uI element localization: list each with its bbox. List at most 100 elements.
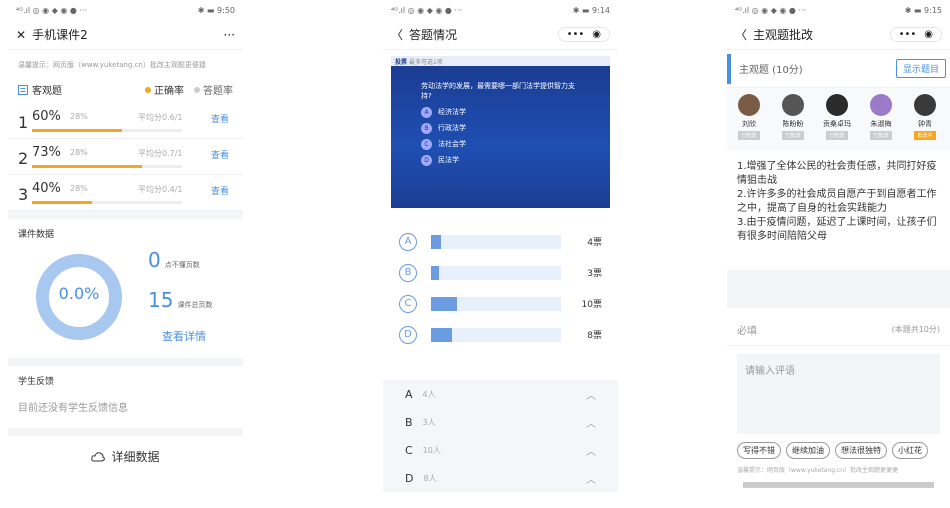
- option-people-row[interactable]: D 8人 ︿: [383, 464, 618, 492]
- stat-total-pages: 15 课件总页数: [148, 288, 212, 312]
- vote-count: 4票: [587, 238, 602, 248]
- vote-row: D 8票: [383, 319, 618, 350]
- slide-option: B 行政法学: [421, 122, 610, 134]
- legend-answer-label: 答题率: [203, 86, 233, 97]
- courseware-phone-screen: ⁴ᴳ.ıl ◎ ◉ ◆ ◉ ● ··· ✱ ▬ 9:50 ✕ 手机课件2 ···…: [8, 0, 243, 508]
- progress-track: [32, 165, 182, 168]
- quick-comment-tag[interactable]: 继续加油: [786, 442, 830, 459]
- page-title: 答题情况: [409, 28, 458, 42]
- slide-question: 劳动法学的发展，最需要哪一部门法学提供智力支持?: [421, 82, 575, 100]
- vote-option-key: C: [399, 294, 417, 313]
- show-question-button[interactable]: 显示题目: [895, 59, 946, 78]
- divider-band: [8, 211, 243, 219]
- student-card[interactable]: 陈盼盼 已批改: [771, 94, 815, 150]
- option-key: D: [405, 471, 414, 485]
- slide-tag-sub: 最多可选1项: [408, 59, 443, 66]
- nav-bar: 〈 主观题批改 ••• ◉: [727, 20, 950, 50]
- student-name: 钟青: [918, 120, 932, 128]
- vote-option-key: B: [399, 263, 417, 282]
- option-key: B: [421, 122, 432, 134]
- detail-data-button[interactable]: 详细数据: [8, 436, 243, 477]
- stat2-label: 课件总页数: [177, 301, 213, 309]
- average-score: 平均分0.7/1: [138, 149, 183, 158]
- vote-option-key: A: [399, 232, 417, 251]
- answer-status-phone-screen: ⁴ᴳ.ıl ◎ ◉ ◆ ◉ ● ··· ✱ ▬ 9:14 〈 答题情况 ••• …: [383, 0, 618, 508]
- cloud-icon: [91, 451, 106, 461]
- vote-row: A 4票: [383, 226, 618, 257]
- student-strip: 刘欣 已批改 陈盼盼 已批改 贡桑卓玛 已批改 朱淑梅 已批改 钟青 批改中: [727, 88, 950, 150]
- vote-bar-track: [431, 327, 561, 342]
- option-key: A: [421, 106, 432, 118]
- back-icon[interactable]: 〈: [735, 26, 747, 43]
- vote-bar-track: [431, 234, 561, 249]
- vote-option-key: D: [399, 325, 417, 344]
- target-icon[interactable]: ◉: [924, 29, 933, 40]
- comment-input[interactable]: 请输入评语: [737, 354, 940, 434]
- chevron-up-icon[interactable]: ︿: [586, 471, 596, 486]
- people-count: 8人: [423, 473, 437, 483]
- student-name: 贡桑卓玛: [823, 120, 851, 128]
- people-count: 3人: [422, 417, 436, 427]
- progress-track: [32, 129, 182, 132]
- student-card[interactable]: 贡桑卓玛 已批改: [815, 94, 859, 150]
- chevron-up-icon[interactable]: ︿: [586, 443, 596, 458]
- correct-rate: 60%: [32, 109, 61, 124]
- avatar: [914, 94, 936, 116]
- option-key: C: [405, 443, 413, 457]
- option-people-row[interactable]: C 10人 ︿: [383, 436, 618, 464]
- quick-comment-tag[interactable]: 想法很独特: [835, 442, 887, 459]
- status-left: ⁴ᴳ.ıl ◎ ◉ ◆ ◉ ● ···: [391, 5, 463, 15]
- submit-button[interactable]: [743, 482, 934, 488]
- back-icon[interactable]: 〈: [391, 26, 403, 43]
- view-detail-link[interactable]: 查看详情: [162, 328, 206, 344]
- comment-tags: 写得不错 继续加油 想法很独特 小红花: [727, 434, 950, 463]
- view-link[interactable]: 查看: [211, 112, 229, 125]
- status-bar: ⁴ᴳ.ıl ◎ ◉ ◆ ◉ ● ··· ✱ ▬ 9:50: [8, 0, 243, 20]
- status-bar: ⁴ᴳ.ıl ◎ ◉ ◆ ◉ ● ··· ✱ ▬ 9:14: [383, 0, 618, 20]
- option-key: D: [421, 154, 432, 166]
- student-card[interactable]: 朱淑梅 已批改: [859, 94, 903, 150]
- feedback-label: 学生反馈: [18, 377, 55, 387]
- option-people-row[interactable]: B 3人 ︿: [383, 408, 618, 436]
- average-score: 平均分0.4/1: [138, 185, 183, 194]
- question-slide: 投票 最多可选1项 劳动法学的发展，最需要哪一部门法学提供智力支持? A 经济法学…: [391, 56, 610, 208]
- option-text: 法社会学: [438, 140, 466, 149]
- option-text: 行政法学: [438, 124, 466, 133]
- avatar: [782, 94, 804, 116]
- vote-count: 3票: [587, 269, 602, 279]
- status-badge: 已批改: [870, 131, 892, 140]
- score-row[interactable]: 必填 (本题共10分): [727, 308, 950, 346]
- people-count: 4人: [422, 389, 436, 399]
- divider-band: [8, 358, 243, 366]
- required-label: 必填: [737, 326, 757, 337]
- student-card[interactable]: 钟青 批改中: [903, 94, 947, 150]
- more-dots-icon[interactable]: •••: [567, 29, 585, 40]
- view-link[interactable]: 查看: [211, 184, 229, 197]
- legend-answer: 答题率: [194, 82, 233, 97]
- more-dots-icon[interactable]: •••: [899, 29, 917, 40]
- slide-options: A 经济法学 B 行政法学 C 法社会学 D 民法学: [391, 106, 610, 166]
- vote-bar-fill: [431, 265, 439, 280]
- courseware-stats: 0.0% 0 点不懂页数 15 课件总页数 查看详情: [8, 248, 243, 358]
- option-people-row[interactable]: A 4人 ︿: [383, 380, 618, 408]
- view-link[interactable]: 查看: [211, 148, 229, 161]
- tip-text: 温馨提示：网页版（www.yuketang.cn）批改主观题更便捷: [18, 61, 206, 69]
- close-icon[interactable]: ✕: [16, 28, 26, 42]
- option-text: 经济法学: [438, 108, 466, 117]
- divider-band: [8, 428, 243, 436]
- chevron-up-icon[interactable]: ︿: [586, 415, 596, 430]
- answer-dot: [194, 86, 200, 93]
- mini-capsule[interactable]: ••• ◉: [557, 27, 610, 42]
- more-icon[interactable]: ···: [224, 28, 235, 42]
- quick-comment-tag[interactable]: 小红花: [892, 442, 928, 459]
- mini-capsule[interactable]: ••• ◉: [889, 27, 942, 42]
- target-icon[interactable]: ◉: [592, 29, 601, 40]
- student-card[interactable]: 刘欣 已批改: [727, 94, 771, 150]
- quick-comment-tag[interactable]: 写得不错: [737, 442, 781, 459]
- page-title: 主观题批改: [753, 28, 814, 42]
- status-right: ✱ ▬ 9:14: [572, 5, 610, 15]
- slide-option: C 法社会学: [421, 138, 610, 150]
- page-title: 手机课件2: [32, 28, 88, 42]
- answer-rate: 28%: [70, 184, 88, 193]
- chevron-up-icon[interactable]: ︿: [586, 387, 596, 402]
